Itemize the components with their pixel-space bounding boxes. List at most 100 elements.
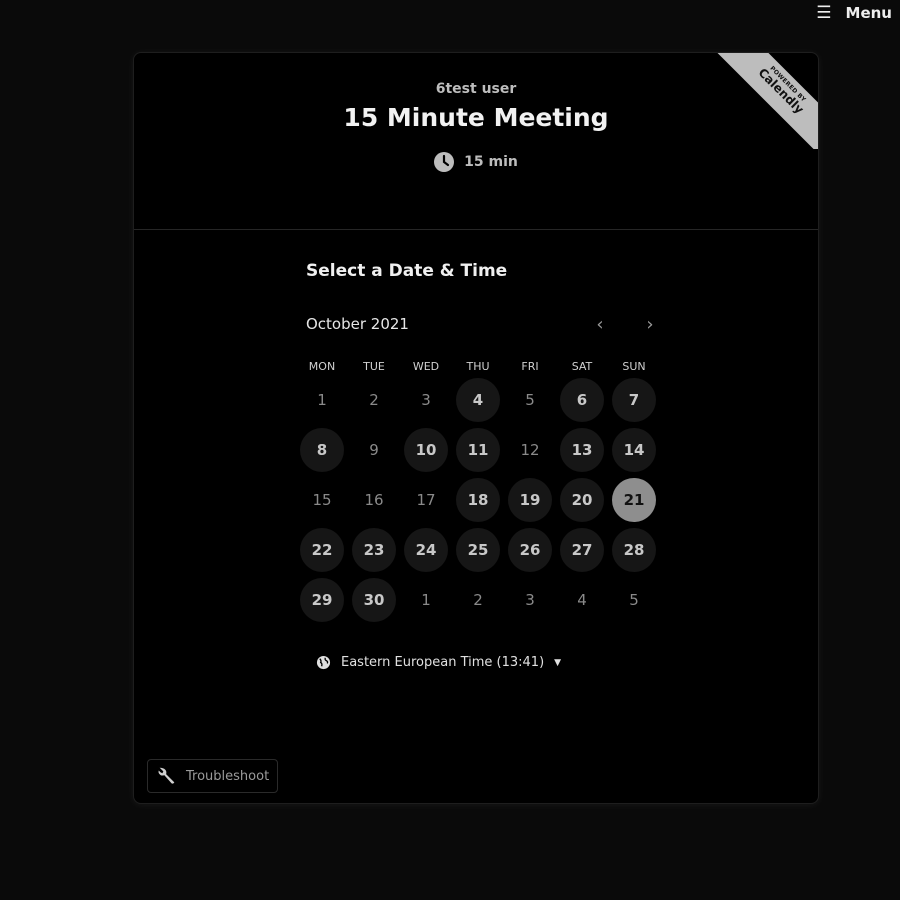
calendar-day-number: 5 [629,591,639,609]
picker-heading: Select a Date & Time [306,261,508,281]
calendar-day: 9 [348,425,400,475]
calendar-day[interactable]: 29 [296,575,348,625]
calendar-day-number: 17 [416,491,436,509]
calendar-day-number: 4 [456,378,500,422]
calendar-day: 12 [504,425,556,475]
calendar-day-number: 14 [612,428,656,472]
calendar-day-number: 2 [369,391,379,409]
calendar-day-number: 2 [473,591,483,609]
calendar-day-number: 15 [312,491,332,509]
calendar-day-number: 29 [300,578,344,622]
calendar-day[interactable]: 18 [452,475,504,525]
globe-icon [316,655,331,670]
calendar-day-number: 25 [456,528,500,572]
menu-button[interactable]: ☰ Menu [816,3,892,23]
weekday-label: SAT [571,360,593,373]
prev-month-chevron-left-icon[interactable]: ‹ [590,314,610,335]
weekday-label: MON [308,360,336,373]
calendar-day-number: 1 [421,591,431,609]
calendar-day: 5 [504,375,556,425]
clock-icon [434,152,455,172]
calendar-day: 1 [296,375,348,425]
calendar-day-number: 7 [612,378,656,422]
calendar-day-number: 12 [520,441,540,459]
wrench-icon [158,767,175,784]
date-time-picker: Select a Date & Time October 2021 ‹ › MO… [300,261,666,670]
booking-card: POWERED BY Calendly 6test user 15 Minute… [133,52,819,804]
timezone-selector[interactable]: Eastern European Time (13:41) ▼ [316,655,666,670]
calendar-day: 3 [504,575,556,625]
calendar-day[interactable]: 25 [452,525,504,575]
calendar-day-number: 27 [560,528,604,572]
calendar-day: 17 [400,475,452,525]
calendar-day-number: 9 [369,441,379,459]
calendar-day-number: 1 [317,391,327,409]
calendar-day: 2 [452,575,504,625]
calendar-day: 2 [348,375,400,425]
calendar-day: 1 [400,575,452,625]
calendar-day[interactable]: 27 [556,525,608,575]
calendar-day-number: 8 [300,428,344,472]
calendar-day: 5 [608,575,660,625]
troubleshoot-button[interactable]: Troubleshoot [147,759,278,793]
month-label: October 2021 [306,315,409,333]
calendar-day[interactable]: 13 [556,425,608,475]
calendar-day[interactable]: 10 [400,425,452,475]
calendar-day-number: 24 [404,528,448,572]
calendar-day[interactable]: 7 [608,375,660,425]
calendar-day[interactable]: 23 [348,525,400,575]
calendar-day-number: 20 [560,478,604,522]
calendar-day-selected[interactable]: 21 [608,475,660,525]
weekday-label: WED [412,360,440,373]
calendar-day[interactable]: 20 [556,475,608,525]
timezone-label: Eastern European Time (13:41) [341,655,545,670]
weekday-label: SUN [622,360,646,373]
calendar-day-number: 13 [560,428,604,472]
troubleshoot-label: Troubleshoot [186,768,270,784]
calendar-day-number: 6 [560,378,604,422]
calendar-day[interactable]: 11 [452,425,504,475]
calendar-day[interactable]: 4 [452,375,504,425]
weekday-header: MON TUE WED THU FRI SAT SUN [296,360,666,373]
calendar-day-number: 5 [525,391,535,409]
calendar-day-number: 22 [300,528,344,572]
calendar-day-number: 18 [456,478,500,522]
calendar-day[interactable]: 26 [504,525,556,575]
calendar-day-number: 3 [421,391,431,409]
caret-down-icon: ▼ [554,657,562,668]
calendar-day-number: 10 [404,428,448,472]
calendar-day: 15 [296,475,348,525]
calendar-day-number: 26 [508,528,552,572]
calendar-day-number: 28 [612,528,656,572]
calendar-day[interactable]: 24 [400,525,452,575]
hamburger-icon: ☰ [816,3,832,23]
duration-text: 15 min [464,154,518,170]
weekday-label: TUE [363,360,385,373]
calendar-day-number: 19 [508,478,552,522]
calendar-day-number: 23 [352,528,396,572]
calendar-day[interactable]: 19 [504,475,556,525]
calendar-day[interactable]: 30 [348,575,400,625]
calendar-day-number: 4 [577,591,587,609]
calendar-day[interactable]: 28 [608,525,660,575]
calendar-grid: 1 2 3 4 5 6 7 8 9 10 11 12 13 14 15 16 17 18 19 20 21 22 23 24 2… [296,375,666,625]
calendar-day[interactable]: 8 [296,425,348,475]
calendar-day: 16 [348,475,400,525]
calendar-day: 3 [400,375,452,425]
calendar-day[interactable]: 14 [608,425,660,475]
powered-by-text: POWERED BY [768,64,808,104]
event-duration: 15 min [134,152,818,172]
calendar-day-number: 30 [352,578,396,622]
menu-label: Menu [845,4,892,22]
calendar-day-number: 21 [612,478,656,522]
weekday-label: THU [466,360,490,373]
calendar-day: 4 [556,575,608,625]
calendar-day-number: 3 [525,591,535,609]
weekday-label: FRI [521,360,539,373]
calendar-day[interactable]: 6 [556,375,608,425]
calendar-day[interactable]: 22 [296,525,348,575]
next-month-chevron-right-icon[interactable]: › [640,314,660,335]
powered-by-badge[interactable]: POWERED BY Calendly [714,53,818,149]
month-navigation: October 2021 ‹ › [306,314,666,335]
calendar-day-number: 11 [456,428,500,472]
